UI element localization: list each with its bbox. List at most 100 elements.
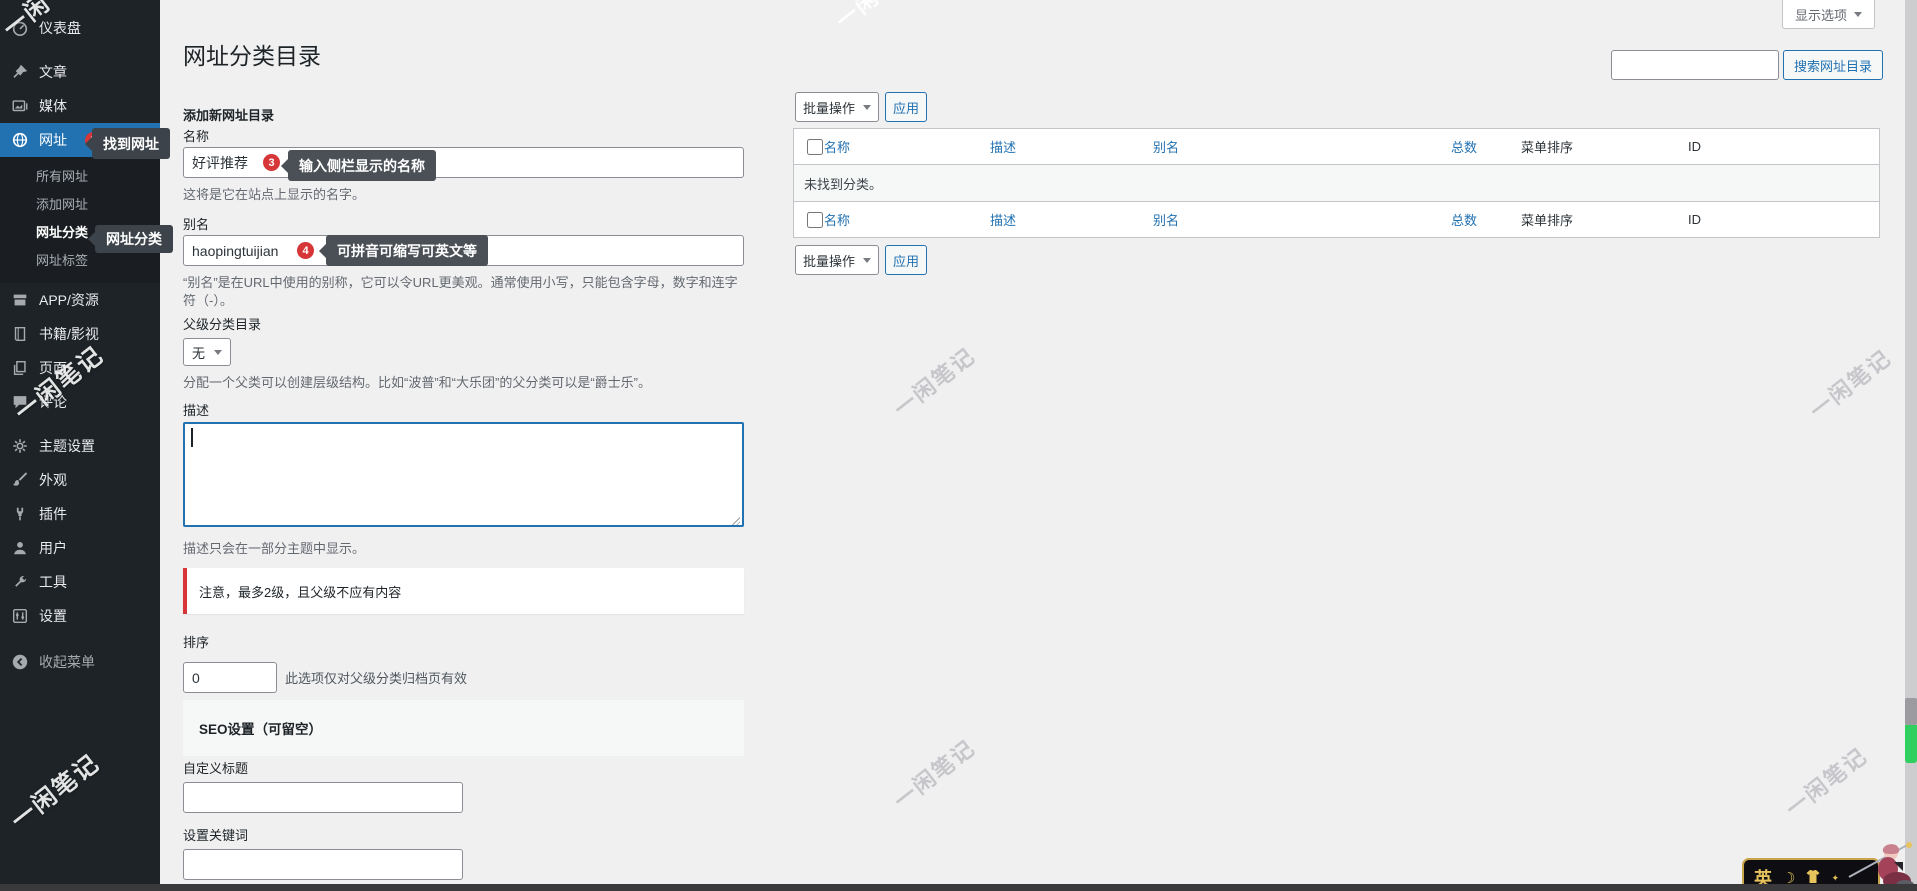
- keywords-input[interactable]: [183, 849, 463, 880]
- sidebar-item-app-resources[interactable]: APP/资源: [0, 283, 160, 317]
- bulk-actions-select[interactable]: 批量操作: [795, 245, 879, 275]
- parent-select-value: 无: [192, 343, 205, 362]
- sidebar-item-label: 插件: [39, 504, 67, 524]
- categories-table: 名称 描述 别名 总数 菜单排序 ID 未找到分类。 名称 描述 别名 总数 菜…: [793, 128, 1880, 238]
- keywords-label: 设置关键词: [183, 829, 744, 843]
- sidebar-item-label: APP/资源: [39, 290, 99, 310]
- chevron-down-icon: [863, 105, 871, 110]
- sidebar-item-appearance[interactable]: 外观: [0, 463, 160, 497]
- sidebar-item-label: 页面: [39, 358, 67, 378]
- sidebar-item-label: 评论: [39, 392, 67, 412]
- watermark: 一闲笔记: [886, 731, 981, 815]
- search-input[interactable]: [1611, 50, 1779, 80]
- annotation-badge-3: 3: [263, 154, 280, 171]
- column-header-menu-order: 菜单排序: [1521, 129, 1573, 164]
- media-icon: [10, 97, 29, 116]
- sidebar-item-all-urls[interactable]: 所有网址: [0, 163, 160, 191]
- description-textarea[interactable]: [183, 422, 744, 527]
- chevron-down-icon: [1854, 12, 1862, 17]
- pin-icon: [10, 63, 29, 82]
- column-header-menu-order: 菜单排序: [1521, 202, 1573, 237]
- sidebar-item-settings[interactable]: 设置: [0, 599, 160, 633]
- sidebar-item-plugins[interactable]: 插件: [0, 497, 160, 531]
- watermark: 一闲笔记: [1802, 341, 1897, 425]
- sidebar-item-tools[interactable]: 工具: [0, 565, 160, 599]
- sidebar-item-add-url[interactable]: 添加网址: [0, 191, 160, 219]
- sidebar-item-pages[interactable]: 页面: [0, 351, 160, 385]
- table-footer-row: 名称 描述 别名 总数 菜单排序 ID: [794, 201, 1879, 237]
- parent-label: 父级分类目录: [183, 318, 744, 332]
- bulk-actions-label: 批量操作: [803, 251, 855, 270]
- seo-panel-title: SEO设置（可留空）: [199, 718, 322, 738]
- name-tooltip: 输入侧栏显示的名称: [288, 150, 436, 181]
- sidebar-item-label: 外观: [39, 470, 67, 490]
- select-all-checkbox[interactable]: [807, 139, 823, 155]
- watermark: 一闲: [828, 0, 886, 35]
- flyout-url-categories: 网址分类: [95, 225, 173, 253]
- sidebar-item-users[interactable]: 用户: [0, 531, 160, 565]
- sidebar-item-posts[interactable]: 文章: [0, 55, 160, 89]
- apply-button[interactable]: 应用: [885, 92, 927, 122]
- parent-helper: 分配一个父类可以创建层级结构。比如“波普”和“大乐团”的父分类可以是“爵士乐”。: [183, 374, 744, 392]
- order-label: 排序: [183, 636, 744, 650]
- submenu-label: 添加网址: [36, 191, 88, 219]
- sidebar-item-dashboard[interactable]: 仪表盘: [0, 11, 160, 45]
- order-field-group: 排序 此选项仅对父级分类归档页有效: [183, 636, 744, 693]
- collapse-menu-button[interactable]: 收起菜单: [0, 645, 160, 679]
- sidebar-item-comments[interactable]: 评论: [0, 385, 160, 419]
- page-title: 网址分类目录: [183, 37, 321, 71]
- name-helper: 这将是它在站点上显示的名字。: [183, 186, 744, 204]
- order-input[interactable]: [183, 662, 277, 693]
- watermark: 一闲笔记: [886, 339, 981, 423]
- custom-title-input[interactable]: [183, 782, 463, 813]
- sidebar-item-media[interactable]: 媒体: [0, 89, 160, 123]
- sidebar-item-theme-settings[interactable]: 主题设置: [0, 429, 160, 463]
- submenu-label: 所有网址: [36, 163, 88, 191]
- column-header-name[interactable]: 名称: [824, 129, 850, 164]
- sidebar-item-books-movies[interactable]: 书籍/影视: [0, 317, 160, 351]
- column-header-name[interactable]: 名称: [824, 202, 850, 237]
- banner-arrow-icon: [1894, 862, 1903, 871]
- slug-tooltip: 可拼音可缩写可英文等: [326, 235, 488, 266]
- chevron-down-icon: [214, 350, 222, 355]
- sidebar-item-label: 书籍/影视: [39, 324, 99, 344]
- submenu-label: 网址标签: [36, 247, 88, 275]
- column-header-description[interactable]: 描述: [990, 202, 1016, 237]
- book-icon: [10, 325, 29, 344]
- bulk-actions-select[interactable]: 批量操作: [795, 92, 879, 122]
- submenu-label: 网址分类: [36, 219, 88, 247]
- wrench-icon: [10, 573, 29, 592]
- resize-grip[interactable]: [731, 516, 740, 525]
- sidebar-item-label: 文章: [39, 62, 67, 82]
- select-all-checkbox[interactable]: [807, 212, 823, 228]
- column-header-id: ID: [1688, 202, 1701, 237]
- sidebar-item-label: 收起菜单: [39, 652, 95, 672]
- keywords-field-group: 设置关键词: [183, 829, 744, 880]
- description-label: 描述: [183, 404, 744, 418]
- user-icon: [10, 539, 29, 558]
- chevron-down-icon: [863, 258, 871, 263]
- sliders-icon: [10, 607, 29, 626]
- sidebar-item-label: 用户: [39, 538, 67, 558]
- scrollbar-thumb[interactable]: [1905, 698, 1917, 725]
- column-header-slug[interactable]: 别名: [1153, 129, 1179, 164]
- slug-helper: “别名”是在URL中使用的别称，它可以令URL更美观。通常使用小写，只能包含字母…: [183, 274, 744, 310]
- parent-select[interactable]: 无: [183, 338, 231, 366]
- column-header-count[interactable]: 总数: [1451, 129, 1477, 164]
- description-helper: 描述只会在一部分主题中显示。: [183, 540, 744, 558]
- brush-icon: [10, 471, 29, 490]
- warning-notice: 注意，最多2级，且父级不应有内容: [183, 568, 744, 614]
- screen-options-label: 显示选项: [1795, 5, 1847, 24]
- box-icon: [10, 291, 29, 310]
- apply-button[interactable]: 应用: [885, 245, 927, 275]
- name-field-group: 名称 3 输入侧栏显示的名称 这将是它在站点上显示的名字。: [183, 130, 744, 204]
- search-button[interactable]: 搜索网址目录: [1783, 50, 1883, 80]
- description-field-group: 描述 描述只会在一部分主题中显示。: [183, 404, 744, 558]
- column-header-description[interactable]: 描述: [990, 129, 1016, 164]
- custom-title-field-group: 自定义标题: [183, 762, 744, 813]
- column-header-slug[interactable]: 别名: [1153, 202, 1179, 237]
- column-header-count[interactable]: 总数: [1451, 202, 1477, 237]
- screen-options-tab[interactable]: 显示选项: [1782, 0, 1875, 29]
- watermark: 一闲笔记: [1778, 739, 1873, 823]
- urls-submenu: 所有网址 添加网址 网址分类 2 网址标签: [0, 157, 160, 283]
